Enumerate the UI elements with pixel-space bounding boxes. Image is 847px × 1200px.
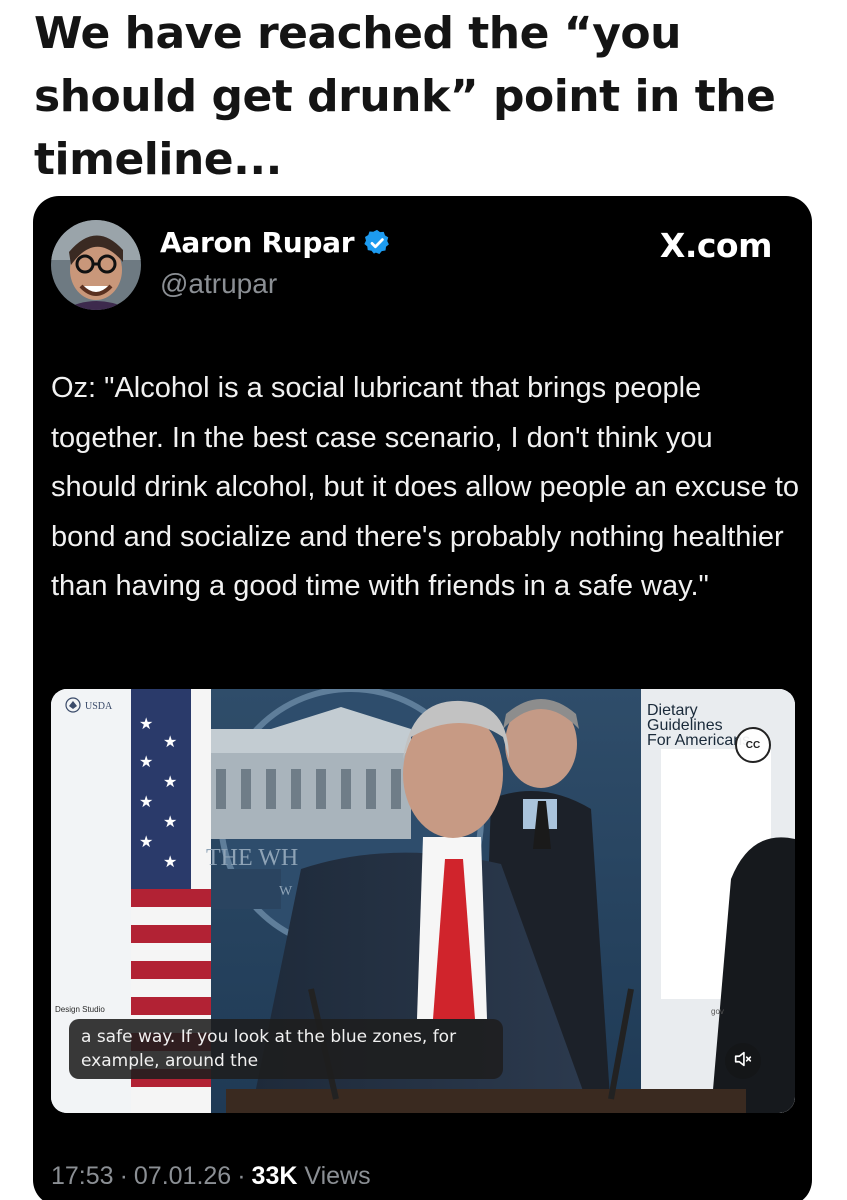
svg-text:THE WH: THE WH [206,845,298,871]
video-caption: a safe way. If you look at the blue zone… [69,1019,503,1079]
svg-text:★: ★ [139,792,153,811]
mute-button[interactable] [725,1043,761,1079]
meta-separator: · [119,1162,128,1190]
svg-text:★: ★ [139,752,153,771]
author-name-row[interactable]: Aaron Rupar [160,226,392,259]
svg-text:★: ★ [163,732,177,751]
svg-text:W: W [279,884,293,899]
x-brand-logo: X.com [659,226,773,265]
hhs-eagle-icon [65,697,81,716]
svg-text:★: ★ [139,832,153,851]
views-count[interactable]: 33K [252,1162,298,1190]
usda-label: USDA [85,701,113,712]
gov-label: gov [711,1007,724,1016]
tweet-card[interactable]: Aaron Rupar @atrupar X.com Oz: "Alcohol … [33,196,812,1200]
views-label: Views [304,1162,371,1190]
svg-text:★: ★ [163,812,177,831]
meta-separator: · [237,1162,246,1190]
video-player[interactable]: ★ ★ ★ ★ ★ ★ ★ ★ THE WH W USDA Dietary Gu… [51,689,795,1113]
tweet-date[interactable]: 07.01.26 [134,1162,231,1190]
usda-logo: USDA [65,697,112,716]
closed-captions-button[interactable]: CC [735,727,771,763]
avatar[interactable] [51,220,141,310]
verified-badge-icon [362,228,392,258]
tweet-meta: 17:53 · 07.01.26 · 33K Views [51,1162,371,1191]
headline: We have reached the “you should get drun… [34,8,776,185]
caption-line-1: a safe way. If you look at the blue zone… [81,1027,457,1047]
svg-text:★: ★ [139,714,153,733]
tweet-time[interactable]: 17:53 [51,1162,114,1190]
tweet-text: Oz: "Alcohol is a social lubricant that … [51,372,800,602]
svg-text:★: ★ [163,852,177,871]
speaker-muted-icon [732,1048,754,1075]
caption-line-2: example, around the [81,1051,259,1071]
design-studio-label: Design Studio [55,1005,105,1014]
author-handle[interactable]: @atrupar [160,268,277,300]
dg-line-1: Dietary [647,702,698,719]
svg-text:★: ★ [163,772,177,791]
author-name[interactable]: Aaron Rupar [160,226,355,259]
